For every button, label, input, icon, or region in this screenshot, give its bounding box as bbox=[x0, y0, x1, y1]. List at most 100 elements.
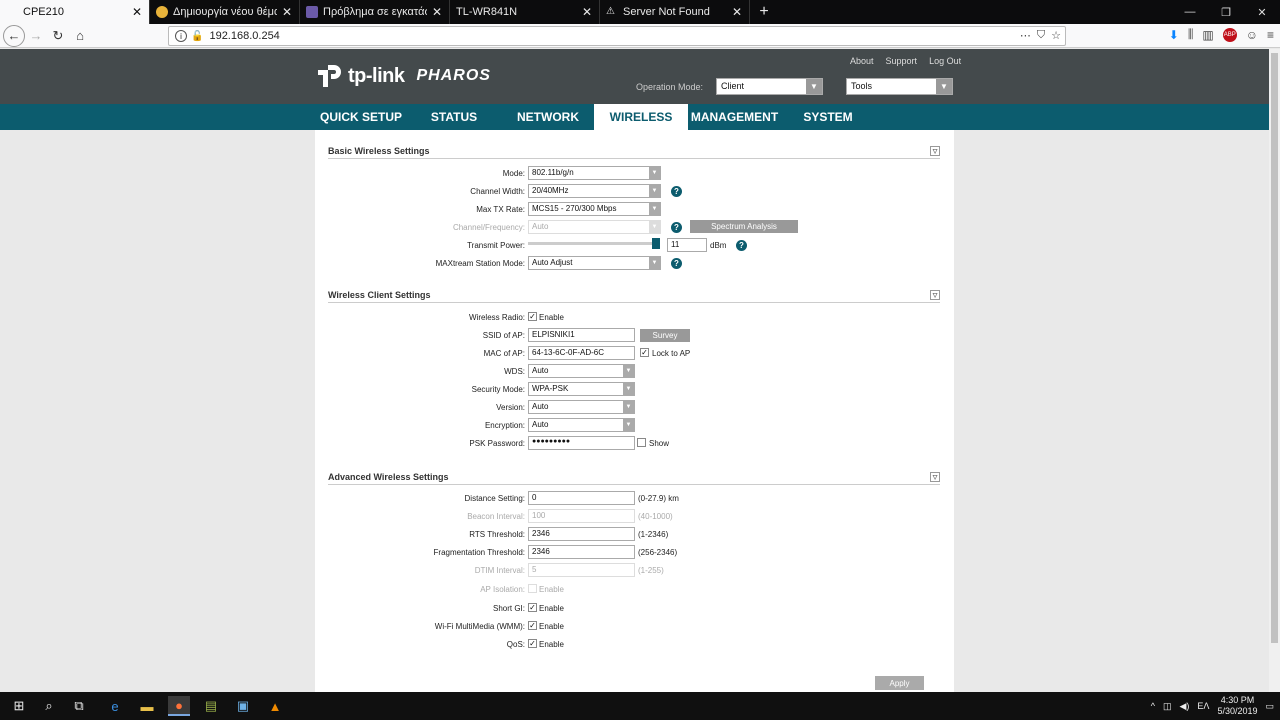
reload-icon[interactable]: ↻ bbox=[47, 25, 69, 47]
menu-management[interactable]: MANAGEMENT bbox=[688, 104, 781, 130]
insecure-lock-icon[interactable]: 🔓 bbox=[191, 31, 203, 42]
help-icon[interactable]: ? bbox=[736, 240, 747, 251]
collapse-icon[interactable]: ▽ bbox=[930, 290, 940, 300]
minimize-icon[interactable]: — bbox=[1172, 0, 1208, 24]
language-indicator[interactable]: ΕΛ bbox=[1197, 701, 1209, 711]
short-gi-checkbox[interactable]: ✓ bbox=[528, 603, 537, 612]
encryption-select[interactable]: Auto ▼ bbox=[528, 418, 635, 432]
account-icon[interactable]: ☺ bbox=[1246, 28, 1258, 42]
browser-tab-cpe210[interactable]: CPE210 ✕ bbox=[0, 0, 150, 24]
rts-threshold-input[interactable]: 2346 bbox=[528, 527, 635, 541]
psk-password-input[interactable]: ●●●●●●●●● bbox=[528, 436, 635, 450]
survey-button[interactable]: Survey bbox=[640, 329, 690, 342]
tab-close-icon[interactable]: ✕ bbox=[131, 5, 143, 19]
browser-tab-tl-wr841n[interactable]: TL-WR841N ✕ bbox=[450, 0, 600, 24]
close-window-icon[interactable]: ✕ bbox=[1244, 0, 1280, 24]
menu-status[interactable]: STATUS bbox=[412, 104, 496, 130]
menu-wireless[interactable]: WIRELESS bbox=[594, 104, 688, 130]
tab-close-icon[interactable]: ✕ bbox=[431, 5, 443, 19]
menu-hamburger-icon[interactable]: ≡ bbox=[1267, 28, 1274, 42]
security-mode-select[interactable]: WPA-PSK ▼ bbox=[528, 382, 635, 396]
vlc-icon[interactable]: ▲ bbox=[264, 696, 286, 716]
max-tx-rate-select[interactable]: MCS15 - 270/300 Mbps ▼ bbox=[528, 202, 661, 216]
browser-tab-server-not-found[interactable]: ⚠ Server Not Found ✕ bbox=[600, 0, 750, 24]
maxtream-select[interactable]: Auto Adjust ▼ bbox=[528, 256, 661, 270]
dtim-interval-label: DTIM Interval: bbox=[474, 566, 525, 575]
network-icon[interactable]: ◫ bbox=[1163, 701, 1172, 712]
windows-start-icon[interactable]: ⊞ bbox=[8, 696, 30, 716]
page-scrollbar[interactable] bbox=[1269, 49, 1280, 692]
logout-link[interactable]: Log Out bbox=[929, 56, 961, 66]
qos-checkbox[interactable]: ✓ bbox=[528, 639, 537, 648]
fragmentation-threshold-input[interactable]: 2346 bbox=[528, 545, 635, 559]
menu-quick-setup[interactable]: QUICK SETUP bbox=[315, 104, 407, 130]
dtim-interval-input[interactable]: 5 bbox=[528, 563, 635, 577]
collapse-icon[interactable]: ▽ bbox=[930, 472, 940, 482]
notepad-icon[interactable]: ▤ bbox=[200, 696, 222, 716]
info-icon[interactable]: i bbox=[175, 30, 187, 42]
lock-to-ap-checkbox[interactable]: ✓ bbox=[640, 348, 649, 357]
version-select[interactable]: Auto ▼ bbox=[528, 400, 635, 414]
pocket-icon[interactable]: ⛉ bbox=[1037, 29, 1045, 42]
firefox-icon[interactable]: ● bbox=[168, 696, 190, 716]
beacon-interval-input[interactable]: 100 bbox=[528, 509, 635, 523]
operation-mode-select[interactable]: Client ▼ bbox=[716, 78, 823, 95]
menu-system[interactable]: SYSTEM bbox=[782, 104, 874, 130]
support-link[interactable]: Support bbox=[886, 56, 918, 66]
channel-width-select[interactable]: 20/40MHz ▼ bbox=[528, 184, 661, 198]
tab-close-icon[interactable]: ✕ bbox=[581, 5, 593, 19]
ssid-input[interactable]: ELPISNIKI1 bbox=[528, 328, 635, 342]
qos-enable-label: Enable bbox=[539, 640, 564, 649]
show-password-checkbox[interactable] bbox=[637, 438, 646, 447]
slider-handle[interactable] bbox=[652, 238, 660, 249]
show-hidden-icons-icon[interactable]: ^ bbox=[1151, 701, 1155, 711]
collapse-icon[interactable]: ▽ bbox=[930, 146, 940, 156]
notifications-icon[interactable]: ▭ bbox=[1265, 701, 1274, 712]
about-link[interactable]: About bbox=[850, 56, 874, 66]
channel-frequency-select[interactable]: Auto ▼ bbox=[528, 220, 661, 234]
file-explorer-icon[interactable]: ▬ bbox=[136, 696, 158, 716]
browser-tab-problem[interactable]: Πρόβλημα σε εγκατάσταση tp ✕ bbox=[300, 0, 450, 24]
transmit-power-slider[interactable] bbox=[528, 242, 656, 245]
new-tab-plus-icon[interactable]: + bbox=[750, 0, 778, 24]
task-view-icon[interactable]: ⧉ bbox=[68, 696, 90, 716]
browser-tab-new-topic[interactable]: Δημιουργία νέου θέματος ✕ bbox=[150, 0, 300, 24]
chevron-down-icon: ▼ bbox=[649, 185, 660, 197]
wds-select[interactable]: Auto ▼ bbox=[528, 364, 635, 378]
search-icon[interactable]: ⌕ bbox=[38, 696, 60, 716]
distance-input[interactable]: 0 bbox=[528, 491, 635, 505]
scrollbar-thumb[interactable] bbox=[1271, 53, 1278, 643]
bookmark-star-icon[interactable]: ☆ bbox=[1051, 29, 1061, 42]
sidebar-icon[interactable]: ▥ bbox=[1202, 28, 1213, 42]
ap-isolation-label: AP Isolation: bbox=[480, 585, 525, 594]
mode-select[interactable]: 802.11b/g/n ▼ bbox=[528, 166, 661, 180]
help-icon[interactable]: ? bbox=[671, 258, 682, 269]
section-advanced-wireless: Advanced Wireless Settings ▽ bbox=[328, 472, 940, 485]
restore-icon[interactable]: ❐ bbox=[1208, 0, 1244, 24]
adblock-icon[interactable]: ABP bbox=[1222, 27, 1237, 42]
help-icon[interactable]: ? bbox=[671, 186, 682, 197]
tab-close-icon[interactable]: ✕ bbox=[731, 5, 743, 19]
back-arrow-icon[interactable]: ← bbox=[3, 24, 25, 47]
tools-select[interactable]: Tools ▼ bbox=[846, 78, 953, 95]
spectrum-analysis-button[interactable]: Spectrum Analysis bbox=[690, 220, 798, 233]
home-icon[interactable]: ⌂ bbox=[69, 25, 91, 47]
wmm-checkbox[interactable]: ✓ bbox=[528, 621, 537, 630]
clock[interactable]: 4:30 PM 5/30/2019 bbox=[1217, 695, 1257, 717]
tab-close-icon[interactable]: ✕ bbox=[281, 5, 293, 19]
download-icon[interactable]: ⬇ bbox=[1169, 28, 1179, 42]
transmit-power-input[interactable]: 11 bbox=[667, 238, 707, 252]
edge-icon[interactable]: e bbox=[104, 696, 126, 716]
remote-desktop-icon[interactable]: ▣ bbox=[232, 696, 254, 716]
volume-icon[interactable]: ◀) bbox=[1180, 701, 1190, 712]
help-icon[interactable]: ? bbox=[671, 222, 682, 233]
page-actions-icon[interactable]: ⋯ bbox=[1020, 29, 1031, 42]
library-icon[interactable]: ⫼ bbox=[1188, 27, 1194, 42]
forward-arrow-icon[interactable]: → bbox=[25, 25, 47, 47]
menu-network[interactable]: NETWORK bbox=[502, 104, 594, 130]
ap-isolation-checkbox[interactable] bbox=[528, 584, 537, 593]
apply-button[interactable]: Apply bbox=[875, 676, 924, 690]
wireless-radio-checkbox[interactable]: ✓ bbox=[528, 312, 537, 321]
url-bar[interactable]: i 🔓 192.168.0.254 ⋯ ⛉ ☆ bbox=[168, 26, 1066, 46]
mac-input[interactable]: 64-13-6C-0F-AD-6C bbox=[528, 346, 635, 360]
